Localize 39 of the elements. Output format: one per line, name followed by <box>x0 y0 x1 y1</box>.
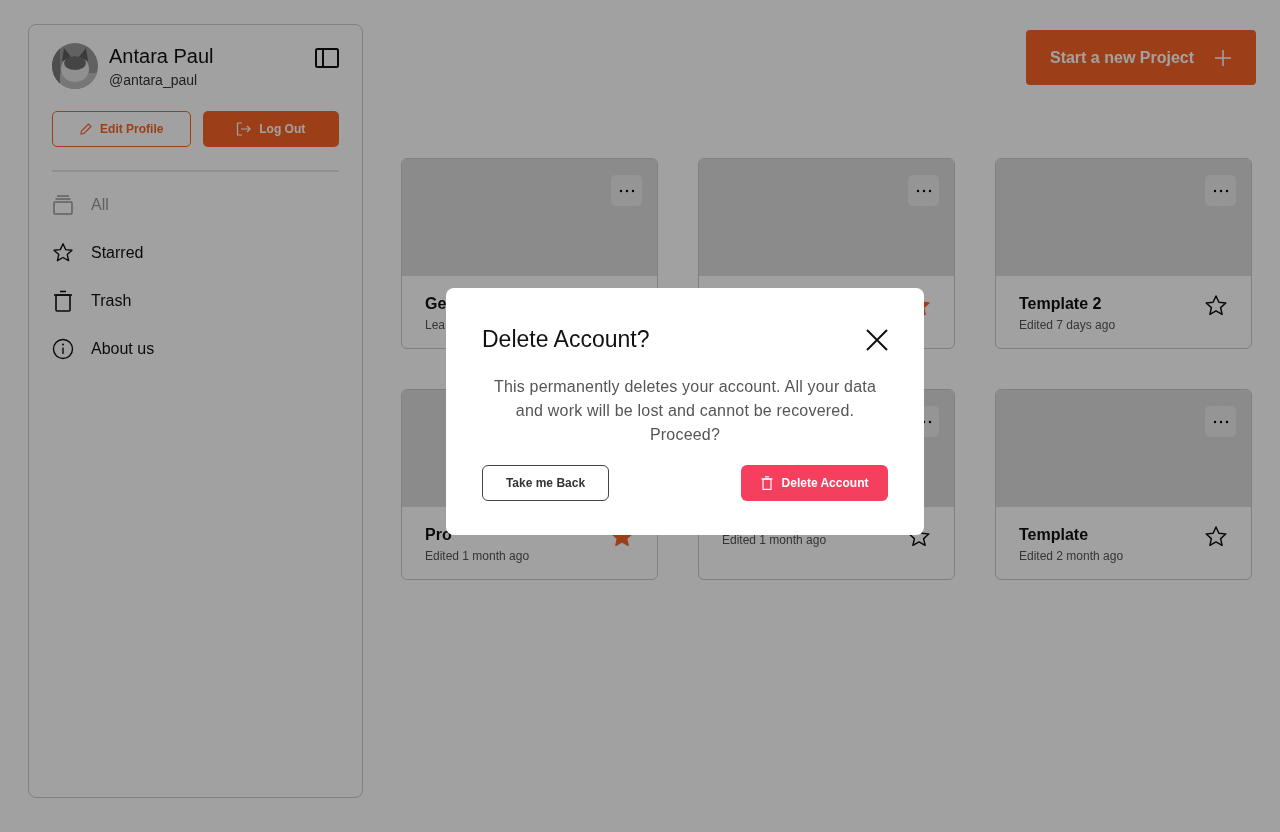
more-icon <box>1212 188 1229 193</box>
plus-icon <box>1214 48 1232 67</box>
card-title: Template 2 <box>1019 296 1103 312</box>
user-name: Antara Paul <box>109 44 215 68</box>
user-handle: @antara_paul <box>109 71 199 88</box>
sidebar-item[interactable]: Starred <box>52 242 339 264</box>
log-out-icon <box>236 122 253 136</box>
delete-account-button[interactable]: Delete Account <box>741 465 888 501</box>
card-subtitle: Lea <box>425 318 447 332</box>
trash-icon <box>52 290 74 312</box>
star-icon[interactable] <box>1204 294 1228 318</box>
card-title: Pro <box>425 527 453 543</box>
card-subtitle: Edited 1 month ago <box>722 533 827 547</box>
sidebar-item-label: Trash <box>91 292 132 310</box>
card-title: Ge <box>425 296 447 312</box>
sidebar-item-label: All <box>91 196 109 214</box>
take-me-back-button[interactable]: Take me Back <box>482 465 609 501</box>
stack-icon <box>52 194 74 216</box>
sidebar-item[interactable]: About us <box>52 338 339 360</box>
close-icon[interactable] <box>866 328 888 351</box>
more-icon <box>915 188 932 193</box>
card-subtitle: Edited 2 month ago <box>1019 549 1124 563</box>
dialog-message: This permanently deletes your account. All your data and work will be lost and cannot be recovered. Proceed? <box>492 377 878 445</box>
more-icon <box>1212 419 1229 424</box>
card-subtitle: Edited 7 days ago <box>1019 318 1116 332</box>
sidebar-item-label: About us <box>91 340 155 358</box>
star-icon <box>52 242 74 264</box>
project-card[interactable]: Template 2 Edited 7 days ago <box>995 158 1252 349</box>
sidebar-toggle-icon[interactable] <box>315 48 339 68</box>
card-subtitle: Edited 1 month ago <box>425 549 530 563</box>
more-icon <box>618 188 635 193</box>
trash-icon <box>760 476 773 490</box>
pencil-icon <box>79 122 94 136</box>
sidebar-item-label: Starred <box>91 244 144 262</box>
card-title: Template <box>1019 527 1090 543</box>
info-icon <box>52 338 74 360</box>
sidebar-item[interactable]: Trash <box>52 290 339 312</box>
star-icon[interactable] <box>1204 525 1228 549</box>
project-card[interactable]: Template Edited 2 month ago <box>995 389 1252 580</box>
